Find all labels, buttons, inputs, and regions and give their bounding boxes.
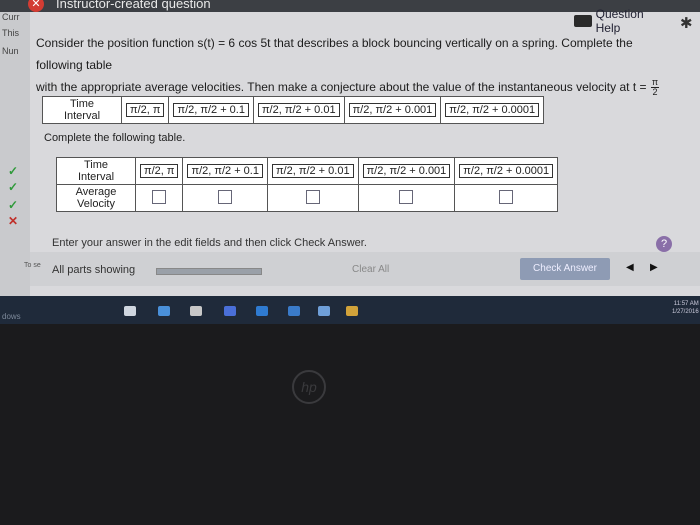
interval-cell: π/2, π/2 + 0.1 xyxy=(182,157,268,185)
task-view-icon[interactable] xyxy=(124,306,136,316)
interval-cell: π/2, π/2 + 0.0001 xyxy=(440,96,545,124)
question-help-button[interactable]: Question Help xyxy=(574,7,670,35)
interval-cell: π/2, π/2 + 0.0001 xyxy=(454,157,559,185)
time-interval-header: Time Interval xyxy=(56,157,136,185)
question-help-label: Question Help xyxy=(595,7,644,35)
help-question-icon[interactable]: ? xyxy=(656,236,672,252)
check-icon[interactable]: ✓ xyxy=(8,180,18,194)
velocity-answer-cell xyxy=(357,184,456,212)
t-fraction: π 2 xyxy=(650,77,660,98)
velocity-answer-input[interactable] xyxy=(152,189,167,204)
velocity-answer-cell xyxy=(266,184,359,212)
window-title: Instructor-created question xyxy=(56,0,211,11)
parts-showing-label: All parts showing xyxy=(52,264,136,276)
velocity-answer-cell xyxy=(454,184,559,212)
parts-progress-bar xyxy=(156,268,262,275)
velocity-answer-cell xyxy=(182,184,268,212)
sidebar-label-3: Nun xyxy=(2,46,19,56)
previous-arrow-icon[interactable]: ◀ xyxy=(626,262,634,273)
interval-cell: π/2, π/2 + 0.01 xyxy=(252,96,345,124)
time-interval-header: Time Interval xyxy=(42,96,122,124)
velocity-answer-input[interactable] xyxy=(499,189,514,204)
velocity-answer-input[interactable] xyxy=(305,189,320,204)
next-arrow-icon[interactable]: ▶ xyxy=(650,262,658,273)
velocity-table: Time Interval π/2, π π/2, π/2 + 0.1 π/2,… xyxy=(56,157,559,212)
camera-icon[interactable] xyxy=(318,306,330,316)
question-text: Consider the position function s(t) = 6 … xyxy=(36,32,676,98)
mail-icon[interactable] xyxy=(224,306,236,316)
interval-cell: π/2, π/2 + 0.001 xyxy=(343,96,442,124)
system-clock: 11:57 AM 1/27/2016 xyxy=(672,301,699,315)
chrome-icon[interactable] xyxy=(346,306,358,316)
help-list-icon xyxy=(574,15,592,27)
taskbar-label: dows xyxy=(2,312,21,321)
hp-logo: hp xyxy=(292,370,326,404)
left-panel: Curr This Nun ✓ ✓ ✓ ✕ xyxy=(0,12,30,296)
average-velocity-header: Average Velocity xyxy=(56,184,136,212)
cross-icon[interactable]: ✕ xyxy=(8,214,18,228)
question-line-2-text: with the appropriate average velocities.… xyxy=(36,80,647,94)
gear-icon[interactable]: ✱ xyxy=(680,14,693,32)
sidebar-label-2: This xyxy=(2,28,20,38)
screen: ✕ Instructor-created question Curr This … xyxy=(0,0,700,296)
velocity-answer-input[interactable] xyxy=(399,189,414,204)
interval-table-preview: Time Interval π/2, π π/2, π/2 + 0.1 π/2,… xyxy=(42,96,545,124)
interval-cell: π/2, π xyxy=(120,96,170,124)
interval-cell: π/2, π/2 + 0.01 xyxy=(266,157,359,185)
app-icon[interactable] xyxy=(288,306,300,316)
instruction-text: Enter your answer in the edit fields and… xyxy=(52,237,367,249)
interval-cell: π/2, π xyxy=(134,157,184,185)
interval-cell: π/2, π/2 + 0.001 xyxy=(357,157,456,185)
sidebar-label-1: Curr xyxy=(2,12,20,22)
check-icon[interactable]: ✓ xyxy=(8,198,18,212)
clear-all-button[interactable]: Clear All xyxy=(352,264,389,275)
complete-table-label: Complete the following table. xyxy=(44,132,186,144)
store-icon[interactable] xyxy=(190,306,202,316)
close-icon[interactable]: ✕ xyxy=(28,0,44,12)
app-icon[interactable] xyxy=(158,306,170,316)
interval-cell: π/2, π/2 + 0.1 xyxy=(168,96,254,124)
check-icon[interactable]: ✓ xyxy=(8,164,18,178)
question-line-2: with the appropriate average velocities.… xyxy=(36,76,676,98)
to-see-label: To se xyxy=(24,262,41,269)
edge-browser-icon[interactable] xyxy=(256,306,268,316)
question-line-1: Consider the position function s(t) = 6 … xyxy=(36,36,633,72)
velocity-answer-cell xyxy=(134,184,184,212)
check-answer-button[interactable]: Check Answer xyxy=(520,258,610,280)
velocity-answer-input[interactable] xyxy=(218,189,233,204)
